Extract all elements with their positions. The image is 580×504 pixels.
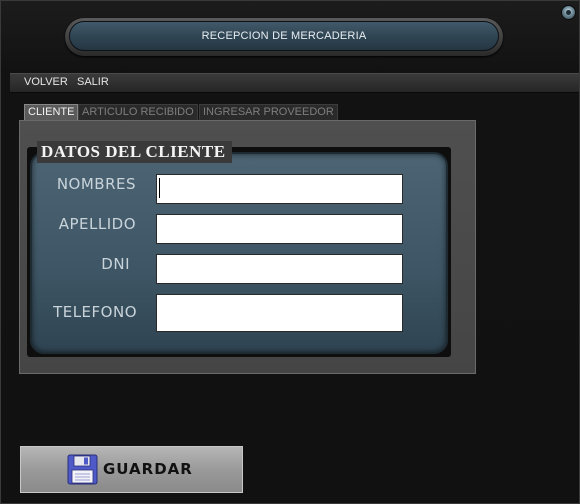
main-window: RECEPCION DE MERCADERIA VOLVER SALIR CLI…	[0, 0, 580, 504]
menu-item-volver[interactable]: VOLVER	[24, 76, 68, 88]
nombres-label: NOMBRES	[56, 175, 136, 193]
menu-bar: VOLVER SALIR	[10, 73, 579, 93]
apellido-field[interactable]	[156, 214, 403, 244]
dni-label: DNI	[101, 255, 130, 273]
apellido-label: APELLIDO	[58, 215, 136, 233]
title-panel: RECEPCION DE MERCADERIA	[69, 21, 499, 51]
telefono-field[interactable]	[156, 294, 403, 332]
save-button-label: GUARDAR	[103, 460, 193, 478]
close-icon[interactable]	[561, 5, 576, 20]
menu-item-salir[interactable]: SALIR	[77, 76, 109, 88]
telefono-label: TELEFONO	[53, 303, 137, 321]
groupbox-title: DATOS DEL CLIENTE	[37, 141, 232, 163]
title-bar: RECEPCION DE MERCADERIA	[65, 18, 503, 56]
floppy-disk-icon	[67, 454, 98, 485]
tab-cliente[interactable]: CLIENTE	[24, 104, 79, 120]
tab-ingresar-proveedor[interactable]: INGRESAR PROVEEDOR	[199, 104, 338, 120]
window-title: RECEPCION DE MERCADERIA	[201, 30, 367, 42]
save-button[interactable]: GUARDAR	[20, 446, 243, 493]
tab-articulo-recibido[interactable]: ARTICULO RECIBIDO	[78, 104, 198, 120]
nombres-field[interactable]	[156, 174, 403, 204]
dni-field[interactable]	[156, 254, 403, 284]
text-caret	[159, 178, 160, 198]
